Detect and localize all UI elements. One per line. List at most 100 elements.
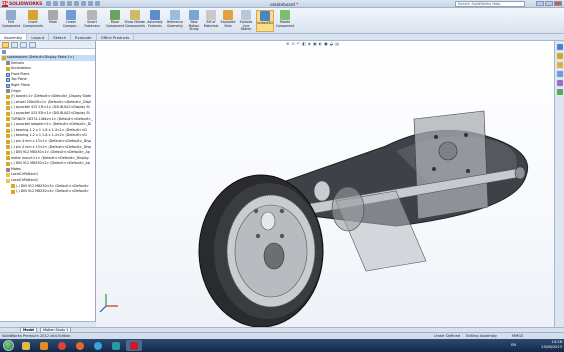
- title-bar: DS SOLIDWORKS sakateboard * Search Solid…: [0, 0, 564, 8]
- sprocket-bolt: [279, 233, 285, 239]
- plane-icon: [6, 83, 10, 88]
- chrome-icon: [58, 341, 66, 350]
- part-icon: [6, 134, 10, 139]
- document-title: sakateboard *: [270, 1, 299, 7]
- close-button[interactable]: [554, 1, 562, 6]
- media-player-icon: [40, 341, 48, 350]
- axle-end: [514, 166, 526, 180]
- reference-geometry-icon: [170, 10, 180, 20]
- graphics-area[interactable]: ⊕ ⊙ ↶ ◧ ◈ ▣ ◐ ● ◒ ▤: [96, 41, 554, 328]
- undo-icon[interactable]: [74, 1, 79, 6]
- configuration-manager-tab-icon[interactable]: [20, 42, 27, 48]
- rotate-component-icon: [280, 10, 290, 20]
- window-controls: [536, 1, 562, 6]
- resources-icon[interactable]: [556, 44, 563, 50]
- custom-properties-icon[interactable]: [556, 89, 563, 95]
- part-icon: [6, 111, 10, 116]
- rotate-component-button[interactable]: Rotate Component: [276, 10, 294, 32]
- open-icon[interactable]: [53, 1, 58, 6]
- save-icon[interactable]: [60, 1, 65, 6]
- move-component-icon: [110, 10, 120, 20]
- options-icon[interactable]: [95, 1, 100, 6]
- smart-fasteners-button[interactable]: Smart Fasteners: [82, 10, 102, 32]
- taskbar-chrome[interactable]: [54, 340, 70, 351]
- view-orientation-icon[interactable]: ◈: [308, 41, 311, 46]
- dimxpert-tab-icon[interactable]: [29, 42, 36, 48]
- insert-components-button[interactable]: Insert Components: [22, 10, 44, 32]
- feature-tree: sakateboard (Default<Display State-1>) S…: [0, 55, 95, 195]
- previous-view-icon[interactable]: ↶: [297, 41, 300, 46]
- show-hidden-components-button[interactable]: Show Hidden Components: [124, 10, 146, 32]
- folder-icon: [22, 341, 30, 350]
- tab-office-products[interactable]: Office Products: [97, 34, 135, 40]
- new-icon[interactable]: [46, 1, 51, 6]
- tab-assembly[interactable]: Assembly: [0, 34, 28, 40]
- taskbar-skype[interactable]: [90, 340, 106, 351]
- taskbar-media-player[interactable]: [36, 340, 52, 351]
- feature-manager-tab-icon[interactable]: [2, 42, 9, 48]
- edit-component-icon: [6, 10, 16, 20]
- sprocket-bolt: [253, 208, 259, 214]
- appearances-icon[interactable]: [556, 80, 563, 86]
- maximize-button[interactable]: [545, 1, 553, 6]
- tab-sketch[interactable]: Sketch: [49, 34, 72, 40]
- print-icon[interactable]: [67, 1, 72, 6]
- taskbar-solidworks[interactable]: [126, 340, 142, 351]
- sprocket-hub: [260, 211, 276, 231]
- move-component-button[interactable]: Move Component: [104, 10, 126, 32]
- mount-bolt: [464, 133, 468, 137]
- taskbar-firefox[interactable]: [72, 340, 88, 351]
- motor-mount-plate: [413, 110, 489, 220]
- display-style-icon[interactable]: ▣: [313, 41, 317, 46]
- file-explorer-icon[interactable]: [556, 62, 563, 68]
- zoom-to-fit-icon[interactable]: ⊕: [286, 41, 289, 46]
- language-indicator[interactable]: EN: [511, 343, 516, 347]
- heads-up-view-toolbar: ⊕ ⊙ ↶ ◧ ◈ ▣ ◐ ● ◒ ▤: [286, 41, 339, 46]
- sensor-icon: [6, 61, 10, 66]
- zoom-to-area-icon[interactable]: ⊙: [291, 41, 294, 46]
- exploded-view-button[interactable]: Exploded View: [220, 10, 236, 32]
- part-icon: [6, 122, 10, 127]
- apply-scene-icon[interactable]: ◒: [330, 41, 334, 46]
- start-button[interactable]: [3, 340, 14, 351]
- assembly-features-button[interactable]: Assembly Features: [146, 10, 164, 32]
- instant3d-button[interactable]: Instant3D: [256, 10, 274, 32]
- hide-show-icon[interactable]: ◐: [319, 41, 323, 46]
- view-settings-icon[interactable]: ▤: [335, 41, 339, 46]
- exploded-view-icon: [223, 10, 233, 20]
- view-palette-icon[interactable]: [556, 71, 563, 77]
- select-icon[interactable]: [81, 1, 86, 6]
- solidworks-logo[interactable]: DS SOLIDWORKS: [2, 1, 42, 7]
- tab-layout[interactable]: Layout: [27, 34, 50, 40]
- taskbar-explorer[interactable]: [18, 340, 34, 351]
- filter-icon[interactable]: [2, 50, 6, 54]
- tab-evaluate[interactable]: Evaluate: [71, 34, 97, 40]
- skype-icon: [94, 341, 102, 350]
- new-motion-study-button[interactable]: New Motion Study: [186, 10, 202, 32]
- linear-component-pattern-button[interactable]: Linear Compon...: [61, 10, 81, 32]
- annotation-icon: [6, 66, 10, 71]
- reference-geometry-button[interactable]: Reference Geometry: [165, 10, 185, 32]
- ds-logo-icon: DS: [2, 1, 9, 7]
- motor-body: [331, 186, 365, 232]
- instant3d-icon: [260, 11, 270, 21]
- explode-line-sketch-button[interactable]: Explode Line Sketch: [237, 10, 255, 32]
- bom-icon: [206, 10, 216, 20]
- tree-item[interactable]: (-) DIN 912 M8X30<4> (Default<<Default>: [1, 189, 95, 195]
- help-search-input[interactable]: Search SolidWorks Help: [455, 1, 525, 7]
- mates-icon: [6, 167, 10, 172]
- mate-button[interactable]: Mate: [46, 10, 60, 32]
- design-library-icon[interactable]: [556, 53, 563, 59]
- bill-of-materials-button[interactable]: Bill of Materials: [203, 10, 219, 32]
- clock[interactable]: 14:26 25/06/2013: [541, 340, 562, 349]
- section-view-icon[interactable]: ◧: [302, 41, 306, 46]
- minimize-button[interactable]: [536, 1, 544, 6]
- property-manager-tab-icon[interactable]: [11, 42, 18, 48]
- taskbar-arduino[interactable]: [108, 340, 124, 351]
- motor-mount-hole: [438, 141, 458, 161]
- edit-appearance-icon[interactable]: ●: [324, 41, 328, 46]
- mount-bolt: [432, 167, 436, 171]
- rebuild-icon[interactable]: [88, 1, 93, 6]
- pattern-icon: [6, 173, 10, 178]
- edit-component-button[interactable]: Edit Component: [2, 10, 20, 32]
